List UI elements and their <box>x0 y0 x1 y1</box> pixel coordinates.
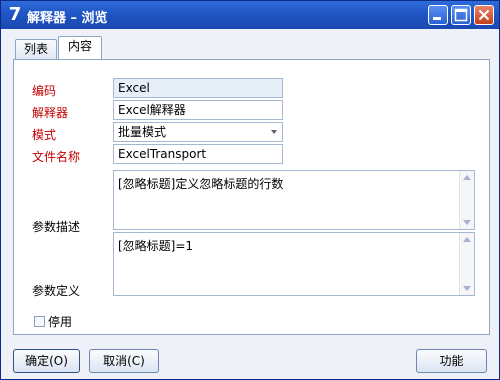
close-button[interactable] <box>474 5 494 25</box>
filename-field[interactable]: ExcelTransport <box>113 144 283 164</box>
param-def-textarea[interactable]: [忽略标题]=1 <box>113 232 475 296</box>
code-field[interactable]: Excel <box>113 78 283 98</box>
disable-checkbox[interactable] <box>34 316 45 327</box>
cancel-button[interactable]: 取消(C) <box>89 349 159 373</box>
scroll-up-icon[interactable] <box>463 237 471 242</box>
minimize-button[interactable] <box>428 5 448 25</box>
dialog-window: 7 解释器 – 浏览 列表 内容 编码 Excel 解释器 Excel解释器 模… <box>0 0 500 380</box>
mode-label: 模式 <box>32 128 57 142</box>
chevron-down-icon[interactable] <box>271 130 277 134</box>
tab-list[interactable]: 列表 <box>15 39 57 59</box>
function-button[interactable]: 功能 <box>416 349 487 373</box>
scroll-down-icon[interactable] <box>463 220 471 225</box>
filename-label: 文件名称 <box>32 150 81 164</box>
param-desc-textarea[interactable]: [忽略标题]定义忽略标题的行数 <box>113 170 475 230</box>
param-desc-text: [忽略标题]定义忽略标题的行数 <box>118 177 284 191</box>
param-def-text: [忽略标题]=1 <box>118 239 194 253</box>
scroll-up-icon[interactable] <box>463 175 471 180</box>
dialog-body: 列表 内容 编码 Excel 解释器 Excel解释器 模式 批量模式 文件名称… <box>1 29 499 379</box>
ok-button[interactable]: 确定(O) <box>13 349 80 373</box>
content-panel: 编码 Excel 解释器 Excel解释器 模式 批量模式 文件名称 Excel… <box>13 59 490 335</box>
mode-value: 批量模式 <box>118 125 167 139</box>
param-desc-label: 参数描述 <box>32 220 81 234</box>
mode-dropdown[interactable]: 批量模式 <box>113 122 283 142</box>
window-title: 解释器 – 浏览 <box>27 11 108 26</box>
code-label: 编码 <box>32 84 57 98</box>
maximize-icon <box>454 8 468 22</box>
disable-label: 停用 <box>48 315 73 329</box>
maximize-button[interactable] <box>451 5 471 25</box>
param-def-label: 参数定义 <box>32 284 81 298</box>
interpreter-field[interactable]: Excel解释器 <box>113 100 283 120</box>
close-icon <box>478 9 490 21</box>
interpreter-label: 解释器 <box>32 106 69 120</box>
title-bar[interactable]: 7 解释器 – 浏览 <box>1 1 499 29</box>
scroll-down-icon[interactable] <box>463 286 471 291</box>
minimize-icon <box>433 17 441 20</box>
param-desc-scrollbar[interactable] <box>459 171 474 229</box>
tab-content[interactable]: 内容 <box>58 36 102 59</box>
param-def-scrollbar[interactable] <box>459 233 474 295</box>
app-icon: 7 <box>8 4 22 25</box>
